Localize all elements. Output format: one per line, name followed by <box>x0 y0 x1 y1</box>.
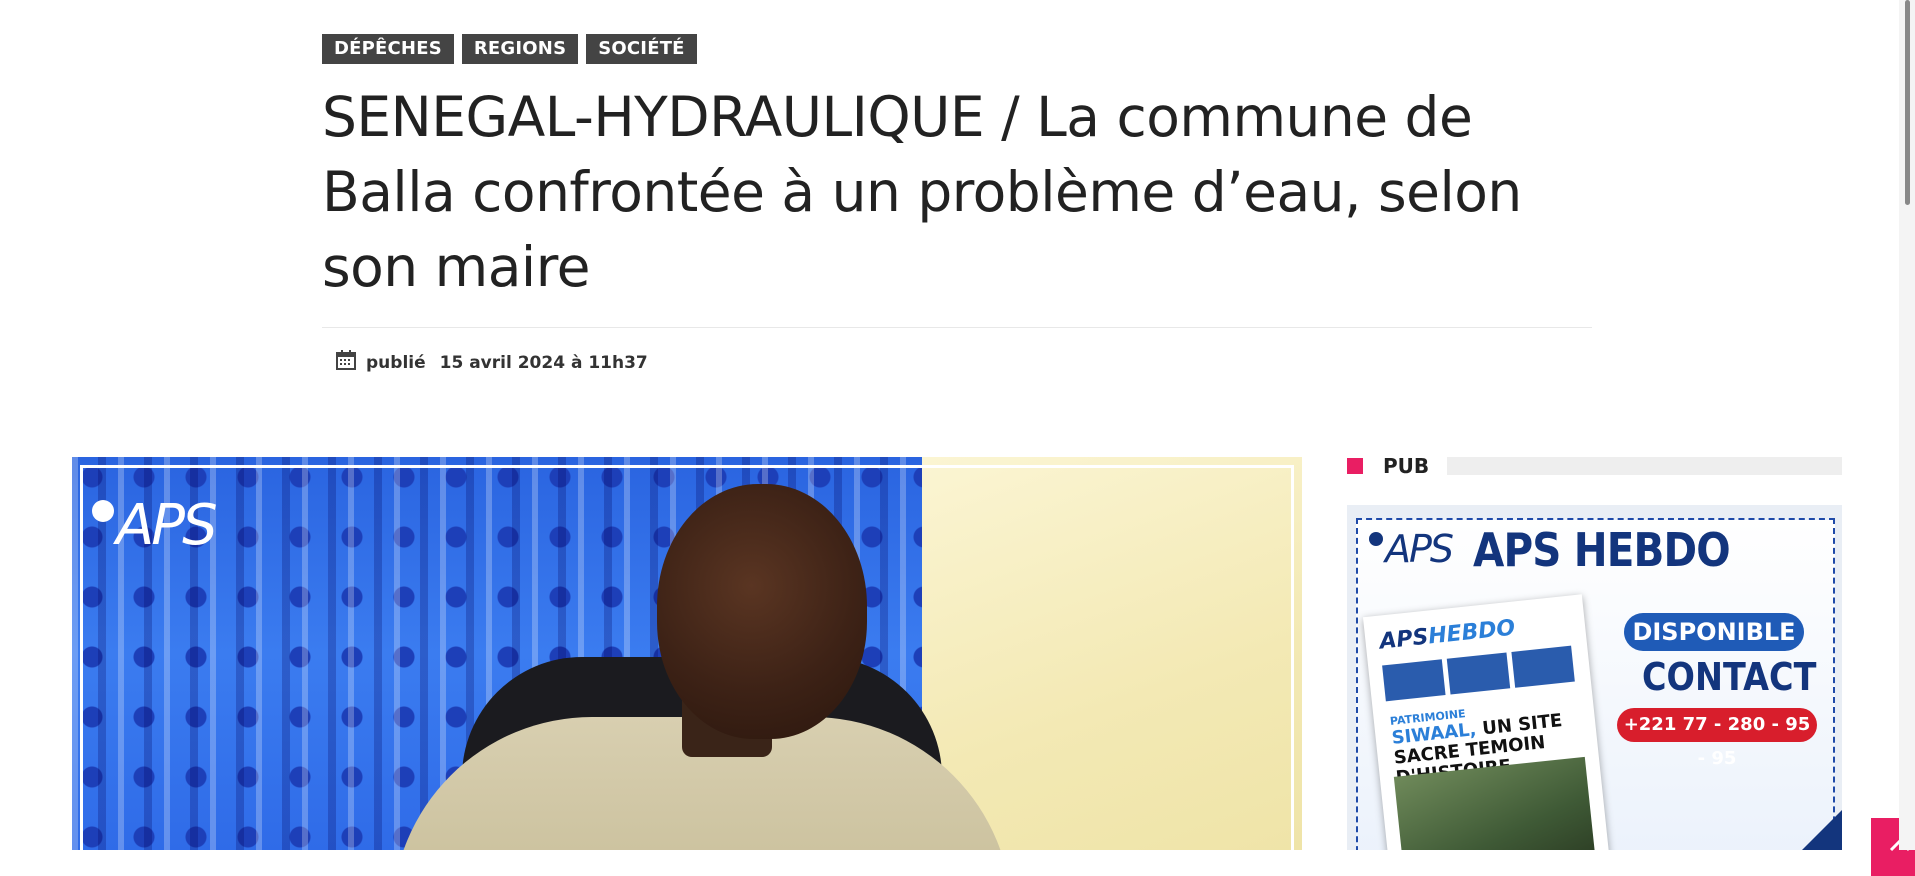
section-label: PUB <box>1383 454 1430 478</box>
ad-banner[interactable]: APS APS HEBDO APSHEBDO PATRIMOINE SIWAAL… <box>1347 505 1842 850</box>
photo-watermark-logo: APS <box>92 493 218 558</box>
category-tag-depeches[interactable]: DÉPÊCHES <box>322 34 454 64</box>
sidebar-section-header: PUB <box>1347 454 1842 478</box>
ad-corner <box>1802 810 1842 850</box>
photo-frame <box>80 465 1294 850</box>
category-tag-societe[interactable]: SOCIÉTÉ <box>586 34 697 64</box>
calendar-icon <box>336 350 356 375</box>
ad-title: APS HEBDO <box>1473 523 1731 577</box>
contact-label: CONTACT <box>1642 655 1817 699</box>
article-photo[interactable]: APS <box>72 457 1302 850</box>
category-tag-regions[interactable]: REGIONS <box>461 34 579 64</box>
article-meta: publié 15 avril 2024 à 11h37 <box>336 350 648 375</box>
available-badge: DISPONIBLE <box>1624 613 1804 651</box>
category-tags: DÉPÊCHES REGIONS SOCIÉTÉ <box>322 34 697 64</box>
section-marker <box>1347 458 1363 474</box>
page-scrollbar[interactable] <box>1899 0 1915 850</box>
divider <box>322 327 1592 328</box>
article-title: SENEGAL-HYDRAULIQUE / La commune de Ball… <box>322 85 1522 299</box>
section-bar <box>1447 457 1842 475</box>
magazine-thumbnails <box>1382 645 1575 702</box>
magazine-logo: APSHEBDO <box>1378 615 1517 655</box>
ad-logo: APS <box>1369 527 1454 571</box>
scrollbar-thumb[interactable] <box>1905 0 1910 205</box>
phone-number: +221 77 - 280 - 95 - 95 <box>1617 708 1817 769</box>
published-label: publié <box>366 352 426 373</box>
published-date: 15 avril 2024 à 11h37 <box>439 352 648 373</box>
magazine-cover: APSHEBDO PATRIMOINE SIWAAL, UN SITE SACR… <box>1362 594 1612 850</box>
